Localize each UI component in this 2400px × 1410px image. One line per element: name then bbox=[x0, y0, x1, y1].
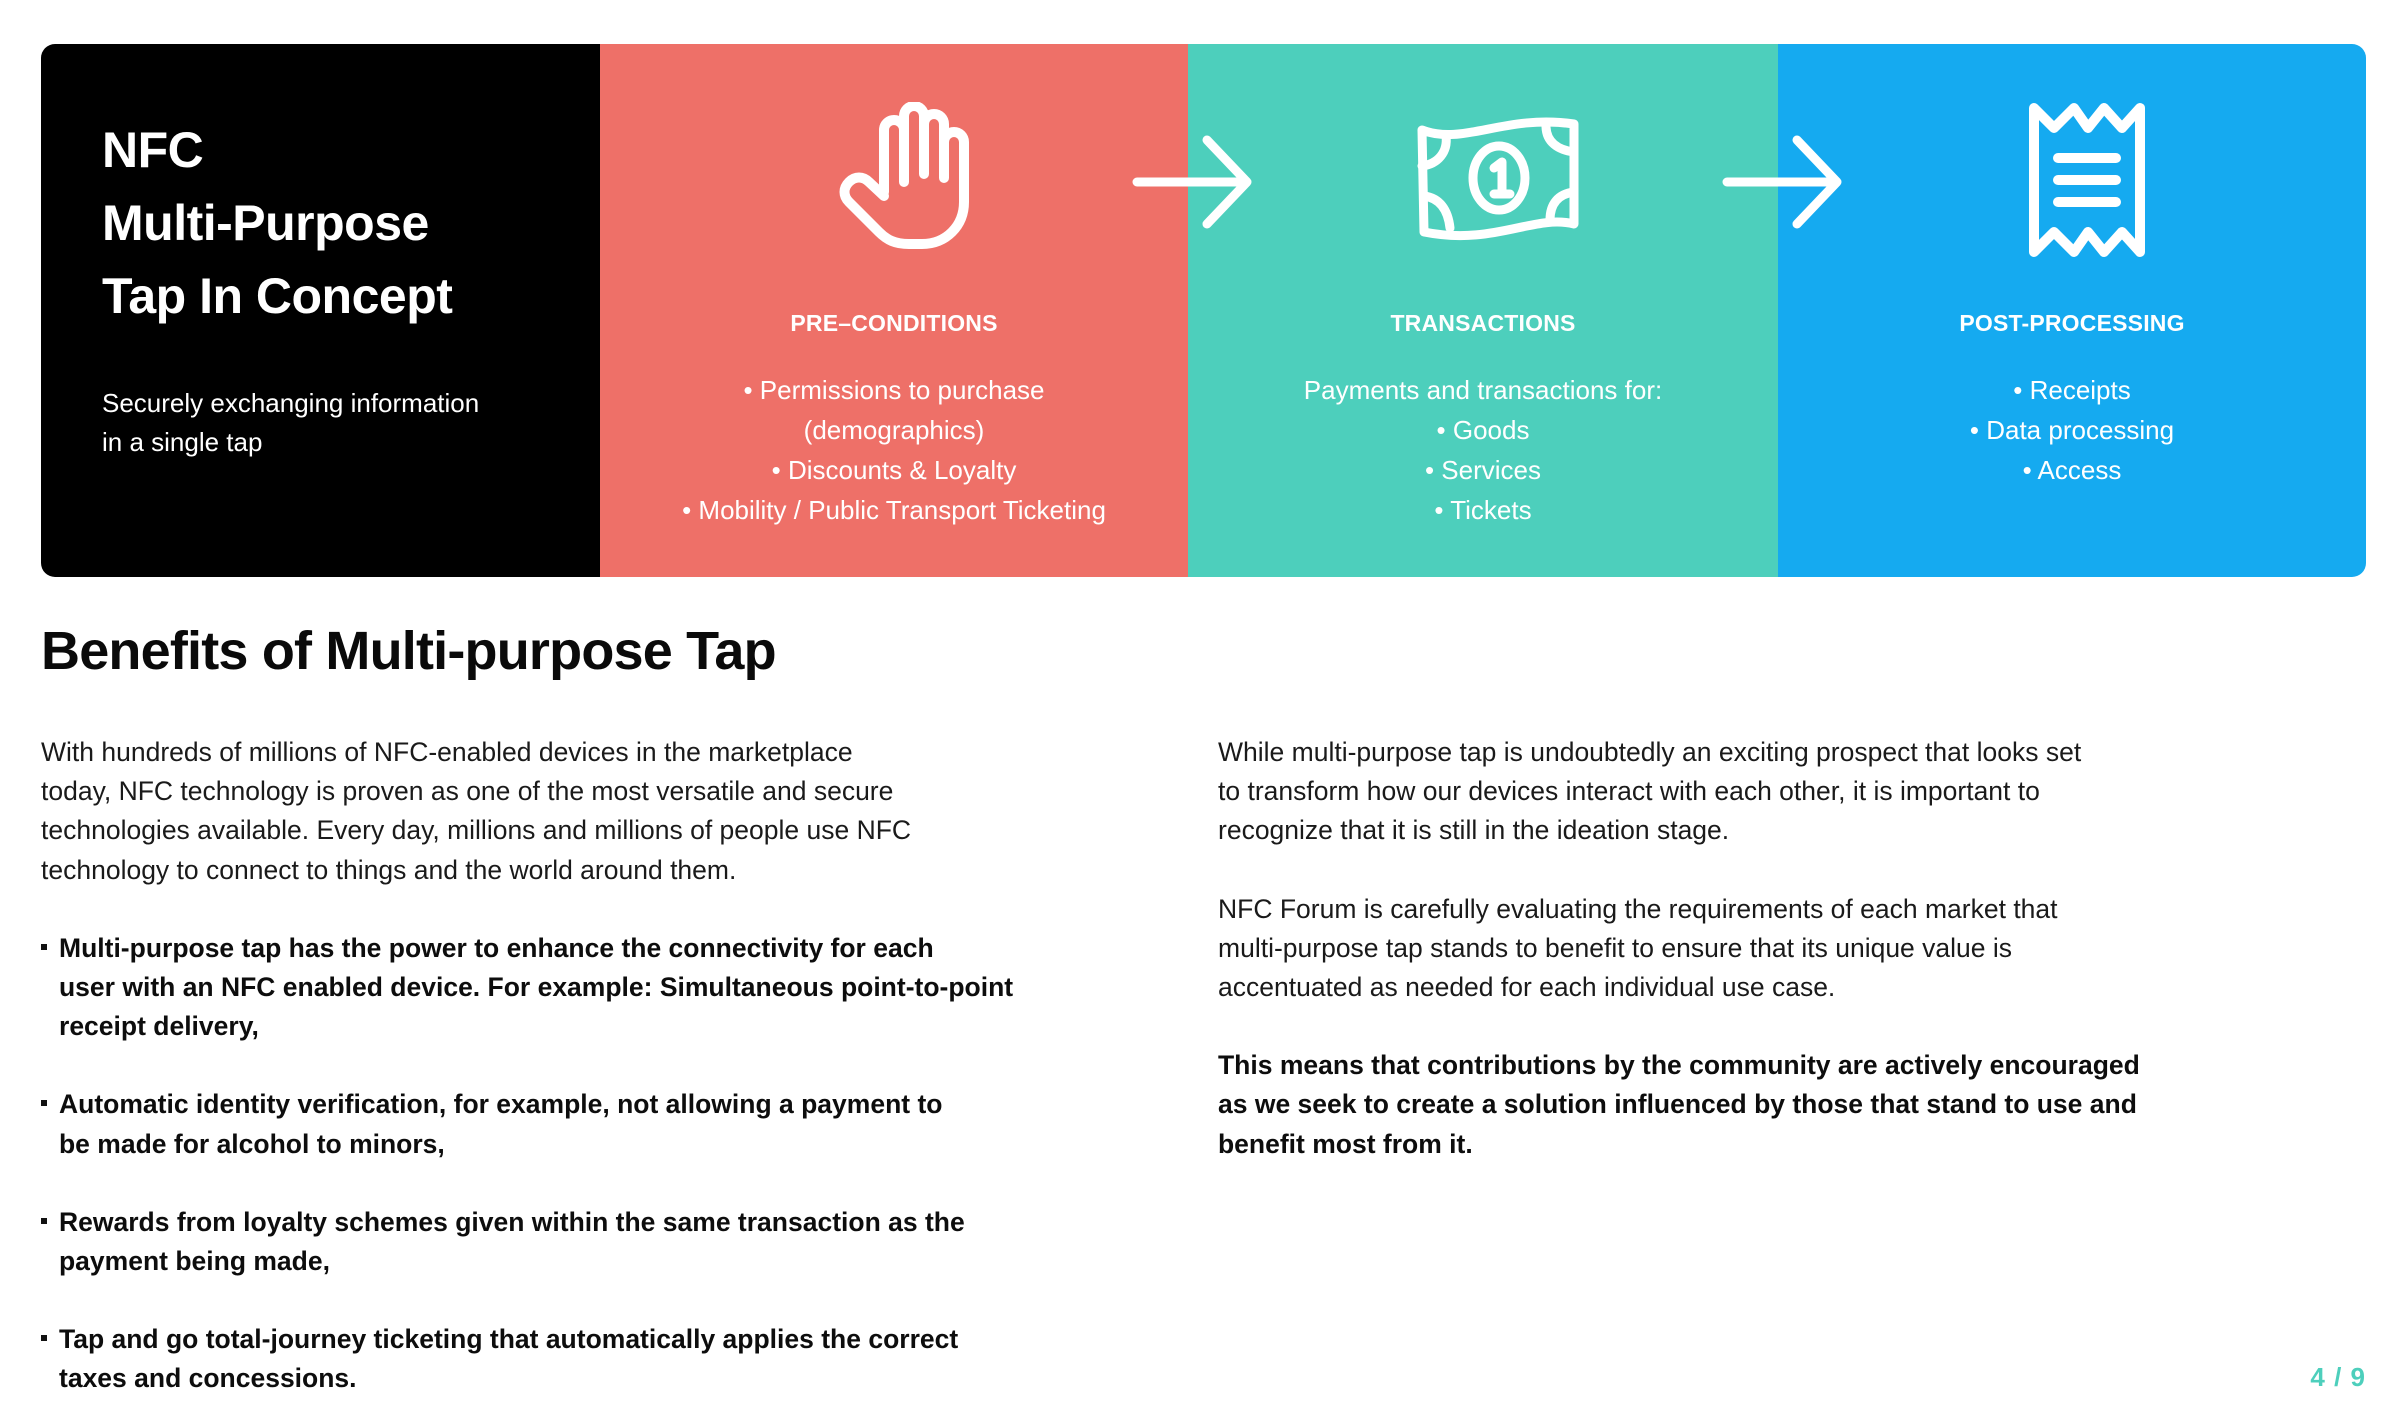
banner-title-line: NFC bbox=[102, 122, 204, 178]
text-line: today, NFC technology is proven as one o… bbox=[41, 776, 894, 807]
text-line: technologies available. Every day, milli… bbox=[41, 815, 912, 846]
text-line: benefit most from it. bbox=[1218, 1128, 1473, 1159]
text-line: With hundreds of millions of NFC-enabled… bbox=[41, 737, 853, 767]
text-line: NFC Forum is carefully evaluating the re… bbox=[1218, 893, 2058, 924]
benefit-item: Rewards from loyalty schemes given withi… bbox=[41, 1203, 1001, 1281]
stage-list-item: Payments and transactions for: bbox=[1303, 375, 1663, 405]
stage-list-item: • Discounts & Loyalty bbox=[771, 455, 1017, 485]
text-line: This means that contributions by the com… bbox=[1218, 1050, 2140, 1081]
stage-heading: POST-PROCESSING bbox=[1959, 310, 2185, 336]
stage-list-item: (demographics) bbox=[803, 415, 985, 445]
stage-list-item: • Goods bbox=[1436, 415, 1530, 445]
banknote-icon bbox=[1414, 116, 1584, 242]
text-line: taxes and concessions. bbox=[59, 1363, 357, 1394]
text-line: Rewards from loyalty schemes given withi… bbox=[59, 1206, 965, 1237]
text-line: accentuated as needed for each individua… bbox=[1218, 972, 1836, 1003]
bullet-icon bbox=[41, 1217, 47, 1224]
banner-title-line: Tap In Concept bbox=[102, 268, 453, 324]
banner-subtitle-line: in a single tap bbox=[102, 427, 263, 457]
stage-list-item: • Access bbox=[2022, 455, 2122, 485]
text-line: Tap and go total-journey ticketing that … bbox=[59, 1324, 959, 1355]
arrow-right-icon bbox=[1131, 134, 1253, 230]
stage-list: • Receipts • Data processing • Access bbox=[1778, 370, 2366, 490]
bullet-icon bbox=[41, 1100, 47, 1107]
raised-hand-icon bbox=[837, 102, 981, 250]
stage-list: Payments and transactions for: • Goods •… bbox=[1188, 370, 1778, 530]
receipt-icon bbox=[2026, 100, 2148, 260]
banner-subtitle-line: Securely exchanging information bbox=[102, 388, 480, 418]
stage-postprocessing: POST-PROCESSING • Receipts • Data proces… bbox=[1778, 44, 2366, 577]
stage-heading: PRE–CONDITIONS bbox=[790, 310, 998, 336]
paragraph-community: This means that contributions by the com… bbox=[1218, 1046, 2178, 1164]
stage-list-item: • Tickets bbox=[1434, 495, 1532, 525]
page-indicator: 4 / 9 bbox=[2310, 1362, 2366, 1392]
stage-transactions: TRANSACTIONS Payments and transactions f… bbox=[1188, 44, 1778, 577]
text-line: Multi-purpose tap has the power to enhan… bbox=[59, 932, 934, 963]
text-line: as we seek to create a solution influenc… bbox=[1218, 1089, 2137, 1120]
stage-list-item: • Mobility / Public Transport Ticketing bbox=[682, 495, 1106, 525]
text-line: payment being made, bbox=[59, 1246, 330, 1277]
text-line: recognize that it is still in the ideati… bbox=[1218, 815, 1730, 846]
intro-panel: NFC Multi-Purpose Tap In Concept Securel… bbox=[41, 44, 600, 577]
benefit-item: Tap and go total-journey ticketing that … bbox=[41, 1320, 1001, 1398]
banner-subtitle: Securely exchanging information in a sin… bbox=[102, 384, 479, 462]
bullet-icon bbox=[41, 943, 47, 950]
text-line: receipt delivery, bbox=[59, 1011, 259, 1042]
section-title: Benefits of Multi-purpose Tap bbox=[41, 621, 777, 681]
stage-heading: TRANSACTIONS bbox=[1390, 310, 1576, 336]
text-line: technology to connect to things and the … bbox=[41, 854, 737, 885]
text-line: While multi-purpose tap is undoubtedly a… bbox=[1218, 737, 2082, 767]
benefit-item: Multi-purpose tap has the power to enhan… bbox=[41, 929, 1014, 1047]
stage-preconditions: PRE–CONDITIONS • Permissions to purchase… bbox=[600, 44, 1188, 577]
stage-list: • Permissions to purchase (demographics)… bbox=[600, 370, 1188, 530]
stage-list-item: • Permissions to purchase bbox=[743, 375, 1045, 405]
banner-title-line: Multi-Purpose bbox=[102, 195, 429, 251]
stage-list-item: • Receipts bbox=[2013, 375, 2131, 405]
arrow-right-icon bbox=[1721, 134, 1843, 230]
right-column: While multi-purpose tap is undoubtedly a… bbox=[1218, 733, 2178, 1164]
text-line: to transform how our devices interact wi… bbox=[1218, 776, 2040, 807]
text-line: user with an NFC enabled device. For exa… bbox=[59, 972, 1014, 1003]
benefits-list: Multi-purpose tap has the power to enhan… bbox=[41, 929, 1014, 1399]
left-column: With hundreds of millions of NFC-enabled… bbox=[41, 733, 1014, 1399]
stage-list-item: • Data processing bbox=[1969, 415, 2175, 445]
bullet-icon bbox=[41, 1335, 47, 1342]
banner-title: NFC Multi-Purpose Tap In Concept bbox=[102, 114, 453, 333]
intro-paragraph: With hundreds of millions of NFC-enabled… bbox=[41, 733, 1001, 890]
stage-list-item: • Services bbox=[1424, 455, 1542, 485]
text-line: be made for alcohol to minors, bbox=[59, 1128, 445, 1159]
concept-banner: NFC Multi-Purpose Tap In Concept Securel… bbox=[41, 44, 2366, 577]
text-line: Automatic identity verification, for exa… bbox=[59, 1089, 943, 1120]
paragraph-evaluation: NFC Forum is carefully evaluating the re… bbox=[1218, 890, 2178, 1008]
benefit-item: Automatic identity verification, for exa… bbox=[41, 1085, 1001, 1163]
text-line: multi-purpose tap stands to benefit to e… bbox=[1218, 932, 2013, 963]
paragraph-ideation: While multi-purpose tap is undoubtedly a… bbox=[1218, 733, 2178, 851]
